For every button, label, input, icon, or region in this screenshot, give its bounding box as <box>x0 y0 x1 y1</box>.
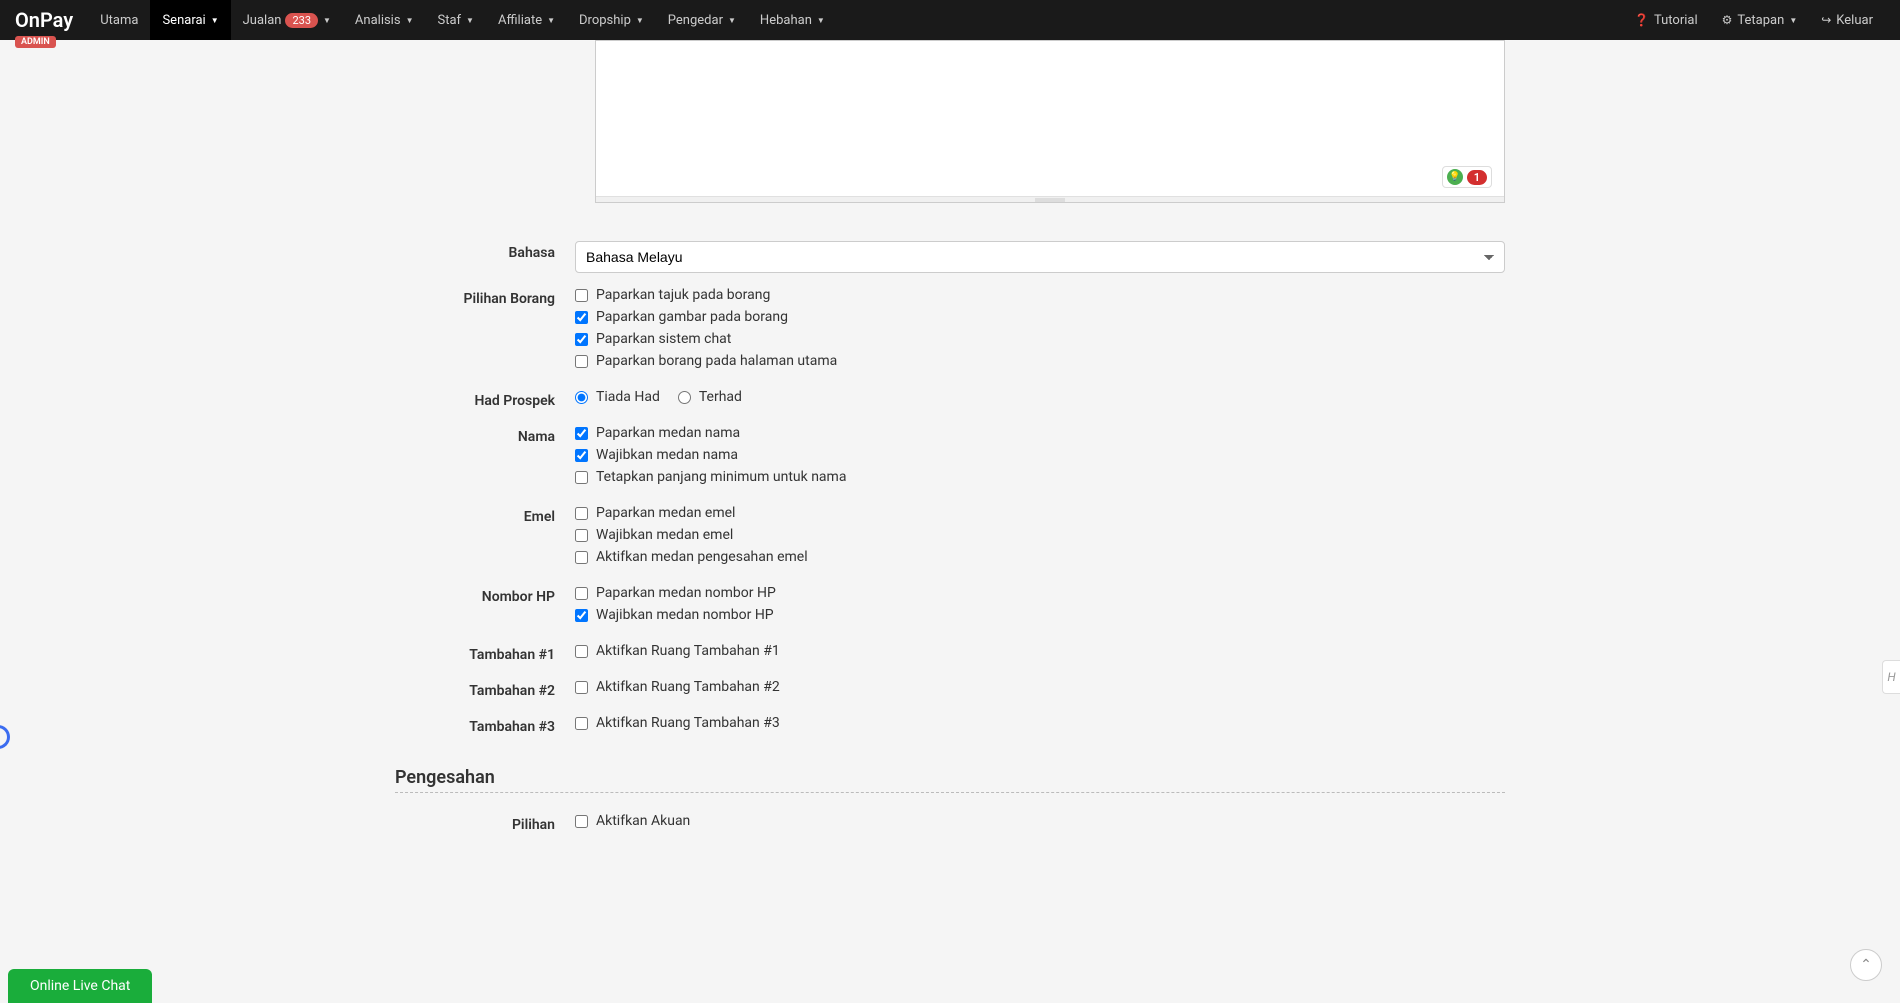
chevron-down-icon: ▼ <box>323 16 331 25</box>
emel-label: Emel <box>395 505 575 525</box>
lightbulb-icon: 💡 <box>1447 169 1463 185</box>
side-tab[interactable]: H <box>1882 660 1900 694</box>
nav-jualan[interactable]: Jualan233▼ <box>231 0 343 40</box>
checkbox-paparkan-chat[interactable] <box>575 333 588 346</box>
checkbox-tambahan1[interactable] <box>575 645 588 658</box>
editor-resize-handle[interactable] <box>596 196 1504 202</box>
label-paparkan-emel[interactable]: Paparkan medan emel <box>596 505 735 521</box>
label-wajibkan-emel[interactable]: Wajibkan medan emel <box>596 527 733 543</box>
chevron-down-icon: ▼ <box>817 16 825 25</box>
chevron-up-icon: ⌃ <box>1860 957 1872 973</box>
brand-text: OnPay <box>15 8 73 32</box>
checkbox-wajibkan-emel[interactable] <box>575 529 588 542</box>
pengesahan-title: Pengesahan <box>395 767 1505 788</box>
checkbox-panjang-minimum-nama[interactable] <box>575 471 588 484</box>
label-tambahan1[interactable]: Aktifkan Ruang Tambahan #1 <box>596 643 780 659</box>
label-paparkan-chat[interactable]: Paparkan sistem chat <box>596 331 731 347</box>
label-paparkan-nama[interactable]: Paparkan medan nama <box>596 425 740 441</box>
chevron-down-icon: ▼ <box>406 16 414 25</box>
label-tambahan2[interactable]: Aktifkan Ruang Tambahan #2 <box>596 679 780 695</box>
section-divider <box>395 792 1505 793</box>
rich-text-editor[interactable]: 💡 1 <box>595 40 1505 203</box>
label-aktifkan-akuan[interactable]: Aktifkan Akuan <box>596 813 690 829</box>
loading-spinner-icon <box>0 725 10 749</box>
checkbox-aktifkan-akuan[interactable] <box>575 815 588 828</box>
nombor-hp-label: Nombor HP <box>395 585 575 605</box>
tambahan1-label: Tambahan #1 <box>395 643 575 663</box>
label-tiada-had[interactable]: Tiada Had <box>596 389 660 405</box>
brand-logo[interactable]: OnPay ADMIN <box>15 8 73 32</box>
label-wajibkan-nama[interactable]: Wajibkan medan nama <box>596 447 738 463</box>
nav-hebahan[interactable]: Hebahan▼ <box>748 0 837 40</box>
checkbox-paparkan-gambar[interactable] <box>575 311 588 324</box>
pilihan-label: Pilihan <box>395 813 575 833</box>
navbar: OnPay ADMIN Utama Senarai▼ Jualan233▼ An… <box>0 0 1900 40</box>
radio-terhad[interactable] <box>678 391 691 404</box>
label-tambahan3[interactable]: Aktifkan Ruang Tambahan #3 <box>596 715 780 731</box>
checkbox-paparkan-halaman-utama[interactable] <box>575 355 588 368</box>
tambahan3-label: Tambahan #3 <box>395 715 575 735</box>
nav-dropship[interactable]: Dropship▼ <box>567 0 656 40</box>
checkbox-pengesahan-emel[interactable] <box>575 551 588 564</box>
nav-staf[interactable]: Staf▼ <box>425 0 485 40</box>
checkbox-wajibkan-nombor-hp[interactable] <box>575 609 588 622</box>
radio-tiada-had[interactable] <box>575 391 588 404</box>
checkbox-tambahan3[interactable] <box>575 717 588 730</box>
label-terhad[interactable]: Terhad <box>699 389 742 405</box>
nama-label: Nama <box>395 425 575 445</box>
chevron-down-icon: ▼ <box>211 16 219 25</box>
chevron-down-icon: ▼ <box>547 16 555 25</box>
question-circle-icon: ❓ <box>1634 13 1649 27</box>
gear-icon: ⚙ <box>1722 13 1733 27</box>
label-paparkan-gambar[interactable]: Paparkan gambar pada borang <box>596 309 788 325</box>
sign-out-icon: ↪ <box>1821 13 1831 27</box>
pilihan-borang-label: Pilihan Borang <box>395 287 575 307</box>
bahasa-select[interactable]: Bahasa Melayu <box>575 241 1505 273</box>
admin-badge: ADMIN <box>15 36 56 48</box>
checkbox-paparkan-nama[interactable] <box>575 427 588 440</box>
tambahan2-label: Tambahan #2 <box>395 679 575 699</box>
label-paparkan-tajuk[interactable]: Paparkan tajuk pada borang <box>596 287 770 303</box>
chevron-down-icon: ▼ <box>728 16 736 25</box>
nav-pengedar[interactable]: Pengedar▼ <box>656 0 748 40</box>
live-chat-button[interactable]: Online Live Chat <box>8 969 152 1003</box>
checkbox-wajibkan-nama[interactable] <box>575 449 588 462</box>
scroll-top-button[interactable]: ⌃ <box>1850 949 1882 981</box>
nav-senarai[interactable]: Senarai▼ <box>150 0 230 40</box>
editor-status-badges: 💡 1 <box>1442 166 1492 188</box>
chevron-down-icon: ▼ <box>636 16 644 25</box>
nav-tetapan[interactable]: ⚙Tetapan▼ <box>1710 0 1810 40</box>
checkbox-paparkan-nombor-hp[interactable] <box>575 587 588 600</box>
checkbox-paparkan-emel[interactable] <box>575 507 588 520</box>
editor-error-count: 1 <box>1467 170 1487 185</box>
label-pengesahan-emel[interactable]: Aktifkan medan pengesahan emel <box>596 549 808 565</box>
bahasa-label: Bahasa <box>395 241 575 261</box>
chevron-down-icon: ▼ <box>1789 16 1797 25</box>
nav-analisis[interactable]: Analisis▼ <box>343 0 426 40</box>
checkbox-tambahan2[interactable] <box>575 681 588 694</box>
nav-keluar[interactable]: ↪Keluar <box>1809 0 1885 40</box>
nav-tutorial[interactable]: ❓Tutorial <box>1622 0 1710 40</box>
label-panjang-minimum-nama[interactable]: Tetapkan panjang minimum untuk nama <box>596 469 846 485</box>
chevron-down-icon: ▼ <box>466 16 474 25</box>
checkbox-paparkan-tajuk[interactable] <box>575 289 588 302</box>
label-paparkan-nombor-hp[interactable]: Paparkan medan nombor HP <box>596 585 776 601</box>
label-wajibkan-nombor-hp[interactable]: Wajibkan medan nombor HP <box>596 607 774 623</box>
label-paparkan-halaman-utama[interactable]: Paparkan borang pada halaman utama <box>596 353 837 369</box>
nav-affiliate[interactable]: Affiliate▼ <box>486 0 567 40</box>
jualan-count-badge: 233 <box>285 13 318 28</box>
had-prospek-label: Had Prospek <box>395 389 575 409</box>
nav-utama[interactable]: Utama <box>88 0 150 40</box>
